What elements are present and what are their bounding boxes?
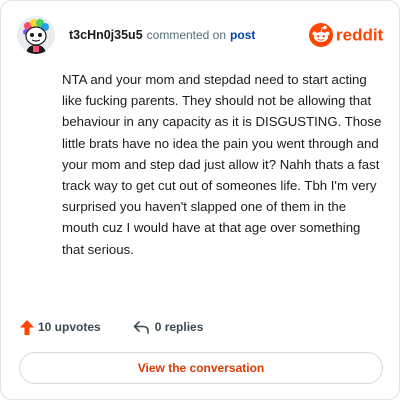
brand-wordmark: reddit [336, 26, 383, 45]
username[interactable]: t3cHn0j35u5 [69, 28, 143, 42]
reply-count: 0 replies [154, 320, 204, 334]
view-conversation-button[interactable]: View the conversation [19, 352, 383, 384]
reddit-logo-icon: reddit [309, 23, 383, 47]
comment-body: NTA and your mom and stepdad need to sta… [62, 72, 382, 257]
upvote-arrow-icon [20, 319, 34, 335]
comment-header: t3cHn0j35u5 commented on post reddit [17, 15, 383, 55]
upvote-button[interactable]: 10 upvotes [20, 319, 101, 335]
upvote-count: 10 upvotes [38, 320, 101, 334]
avatar-icon[interactable] [17, 16, 55, 54]
reply-icon [133, 320, 149, 334]
post-link[interactable]: post [230, 28, 255, 42]
comment-actions: 10 upvotes 0 replies [20, 317, 203, 337]
reply-button[interactable]: 0 replies [133, 320, 204, 334]
action-text: commented on [146, 28, 227, 42]
comment-meta: t3cHn0j35u5 commented on post [69, 28, 255, 42]
comment-card: t3cHn0j35u5 commented on post reddit NTA… [0, 0, 400, 400]
reddit-brand[interactable]: reddit [309, 22, 383, 48]
